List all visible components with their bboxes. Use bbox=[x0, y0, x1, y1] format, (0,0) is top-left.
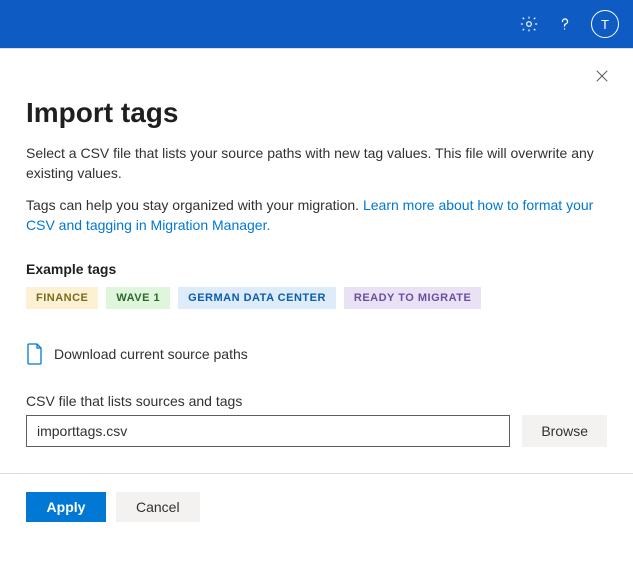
example-tags-label: Example tags bbox=[26, 261, 607, 277]
document-icon bbox=[26, 343, 44, 365]
gear-icon[interactable] bbox=[519, 14, 539, 34]
example-tag: READY TO MIGRATE bbox=[344, 287, 481, 309]
example-tags-row: FINANCE WAVE 1 GERMAN DATA CENTER READY TO … bbox=[26, 287, 607, 309]
apply-button[interactable]: Apply bbox=[26, 492, 106, 522]
download-label: Download current source paths bbox=[54, 346, 248, 362]
subdescription-text: Tags can help you stay organized with yo… bbox=[26, 195, 607, 235]
csv-filename-input[interactable] bbox=[26, 415, 510, 447]
browse-button[interactable]: Browse bbox=[522, 415, 607, 447]
download-source-paths-link[interactable]: Download current source paths bbox=[26, 343, 607, 365]
description-text: Select a CSV file that lists your source… bbox=[26, 143, 607, 183]
subdescription-prefix: Tags can help you stay organized with yo… bbox=[26, 197, 363, 213]
page-title: Import tags bbox=[26, 97, 607, 129]
cancel-button[interactable]: Cancel bbox=[116, 492, 200, 522]
import-tags-panel: Import tags Select a CSV file that lists… bbox=[0, 48, 633, 447]
topbar: T bbox=[0, 0, 633, 48]
help-icon[interactable] bbox=[555, 14, 575, 34]
close-button[interactable] bbox=[593, 67, 611, 85]
avatar[interactable]: T bbox=[591, 10, 619, 38]
file-input-row: Browse bbox=[26, 415, 607, 447]
dialog-footer: Apply Cancel bbox=[0, 473, 633, 540]
example-tag: GERMAN DATA CENTER bbox=[178, 287, 336, 309]
example-tag: FINANCE bbox=[26, 287, 98, 309]
example-tag: WAVE 1 bbox=[106, 287, 170, 309]
csv-field-label: CSV file that lists sources and tags bbox=[26, 393, 607, 409]
